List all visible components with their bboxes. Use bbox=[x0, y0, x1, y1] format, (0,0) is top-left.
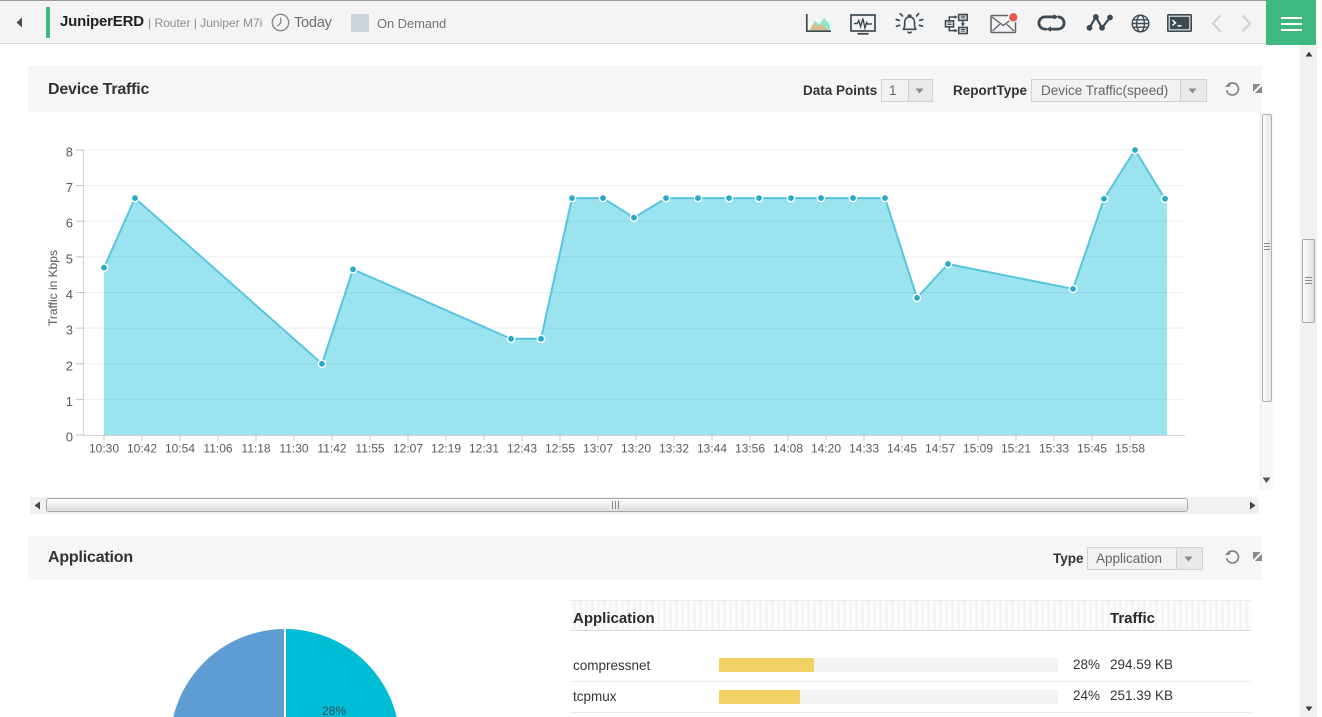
svg-text:13:44: 13:44 bbox=[697, 442, 727, 456]
svg-text:14:45: 14:45 bbox=[887, 442, 917, 456]
svg-text:11:06: 11:06 bbox=[203, 442, 232, 456]
svg-text:Traffic in Kbps: Traffic in Kbps bbox=[46, 250, 60, 326]
svg-text:14:08: 14:08 bbox=[773, 442, 803, 456]
svg-text:13:07: 13:07 bbox=[583, 442, 613, 456]
svg-text:13:20: 13:20 bbox=[621, 442, 651, 456]
svg-text:6: 6 bbox=[66, 216, 73, 231]
svg-text:15:21: 15:21 bbox=[1001, 442, 1031, 456]
svg-text:14:33: 14:33 bbox=[849, 442, 879, 456]
svg-text:15:33: 15:33 bbox=[1039, 442, 1069, 456]
svg-text:12:31: 12:31 bbox=[469, 442, 499, 456]
svg-text:7: 7 bbox=[66, 180, 73, 195]
svg-text:4: 4 bbox=[66, 287, 73, 302]
svg-text:11:30: 11:30 bbox=[279, 442, 308, 456]
svg-text:5: 5 bbox=[66, 251, 73, 266]
svg-text:10:30: 10:30 bbox=[89, 442, 119, 456]
svg-text:10:54: 10:54 bbox=[165, 442, 195, 456]
svg-text:12:55: 12:55 bbox=[545, 442, 575, 456]
svg-text:12:19: 12:19 bbox=[431, 442, 461, 456]
svg-text:14:20: 14:20 bbox=[811, 442, 841, 456]
svg-text:11:18: 11:18 bbox=[241, 442, 270, 456]
svg-text:1: 1 bbox=[66, 394, 73, 409]
svg-text:13:32: 13:32 bbox=[659, 442, 689, 456]
svg-text:8: 8 bbox=[66, 145, 73, 160]
svg-text:10:42: 10:42 bbox=[127, 442, 157, 456]
svg-text:12:43: 12:43 bbox=[507, 442, 537, 456]
svg-text:15:45: 15:45 bbox=[1077, 442, 1107, 456]
svg-text:14:57: 14:57 bbox=[925, 442, 955, 456]
svg-text:0: 0 bbox=[66, 430, 73, 445]
svg-text:28%: 28% bbox=[322, 704, 346, 717]
svg-text:15:09: 15:09 bbox=[963, 442, 993, 456]
svg-text:11:42: 11:42 bbox=[317, 442, 346, 456]
svg-text:2: 2 bbox=[66, 358, 73, 373]
svg-text:3: 3 bbox=[66, 323, 73, 338]
svg-text:15:58: 15:58 bbox=[1115, 442, 1145, 456]
svg-text:12:07: 12:07 bbox=[393, 442, 423, 456]
svg-text:11:55: 11:55 bbox=[355, 442, 384, 456]
svg-text:13:56: 13:56 bbox=[735, 442, 765, 456]
